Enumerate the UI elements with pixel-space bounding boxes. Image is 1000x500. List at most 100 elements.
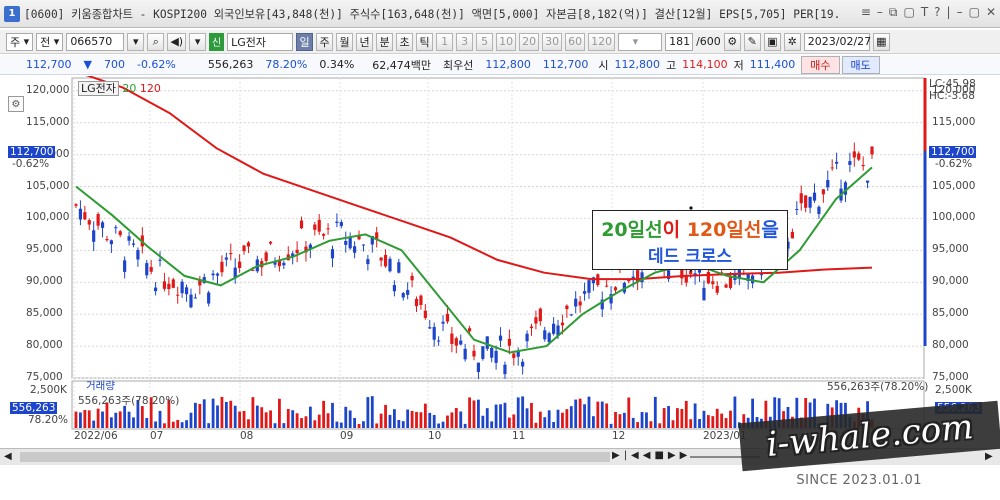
settings-icon[interactable]: ⚙ bbox=[723, 32, 741, 51]
restore-small-icon[interactable]: ⧉ bbox=[889, 5, 898, 20]
bar-count-input[interactable]: 181 bbox=[665, 32, 694, 51]
period-month-button[interactable]: 월 bbox=[336, 32, 354, 51]
playback-controls[interactable]: ▶|◀◀■▶▶ bbox=[612, 450, 691, 461]
candle-body bbox=[857, 153, 861, 160]
help-icon[interactable]: ? bbox=[934, 5, 940, 20]
volume-bar bbox=[154, 421, 157, 428]
lc-label: LC:45.98 bbox=[929, 78, 976, 90]
candle-body bbox=[92, 230, 96, 242]
candle-body bbox=[724, 284, 728, 288]
date-tick-label: 09 bbox=[340, 430, 354, 442]
candle-body bbox=[313, 224, 317, 230]
volume-bar bbox=[326, 413, 330, 428]
period-second-button[interactable]: 초 bbox=[396, 32, 414, 51]
code-dropdown-icon[interactable]: ▾ bbox=[127, 32, 145, 51]
volume-bar bbox=[653, 396, 657, 428]
volume-bar bbox=[658, 423, 662, 428]
font-icon[interactable]: T bbox=[921, 5, 928, 20]
candle-body bbox=[317, 219, 321, 232]
period-type-select[interactable]: 전 ▾ bbox=[36, 32, 64, 51]
gear-icon[interactable]: ✲ bbox=[783, 32, 801, 51]
volume-bar bbox=[101, 411, 104, 428]
interval-60-button[interactable]: 60 bbox=[565, 32, 586, 51]
sound-icon[interactable]: ◀) bbox=[167, 32, 187, 51]
candle-body bbox=[127, 236, 131, 241]
volume-bar bbox=[79, 412, 82, 428]
price-tick-label: 105,000 bbox=[932, 179, 976, 192]
volume-bar bbox=[521, 396, 525, 428]
volume-bar bbox=[477, 399, 480, 428]
candle-body bbox=[812, 192, 817, 201]
volume-bar bbox=[415, 411, 418, 428]
left-price-tag: 112,700 bbox=[8, 146, 56, 158]
candle-body bbox=[171, 279, 175, 288]
candle-body bbox=[529, 326, 534, 329]
sell-button[interactable]: 매도 bbox=[841, 55, 880, 74]
interval-1-button[interactable]: 1 bbox=[436, 32, 454, 51]
buy-button[interactable]: 매수 bbox=[801, 55, 840, 74]
quote-bar: 112,700 ▼ 700 -0.62% 556,263 78.20% 0.34… bbox=[0, 55, 1000, 75]
candle-body bbox=[220, 261, 224, 273]
volume-tag: 556,263 bbox=[10, 402, 58, 414]
interval-5-button[interactable]: 5 bbox=[476, 32, 494, 51]
volume-bar bbox=[667, 406, 670, 428]
volume-bar bbox=[233, 405, 237, 428]
interval-10-button[interactable]: 10 bbox=[496, 32, 517, 51]
best-bid: 112,700 bbox=[542, 58, 589, 71]
maximize-small-icon[interactable]: ▢ bbox=[903, 5, 914, 20]
interval-20-button[interactable]: 20 bbox=[519, 32, 540, 51]
period-tick-button[interactable]: 틱 bbox=[416, 32, 434, 51]
candle-body bbox=[759, 274, 764, 276]
low-price: 111,400 bbox=[749, 58, 796, 71]
chart-area[interactable]: ⚙ LG전자 20 120 120,000115,000110,000105,0… bbox=[0, 76, 1000, 468]
period-week-button[interactable]: 주 bbox=[316, 32, 334, 51]
period-day-button[interactable]: 일 bbox=[296, 32, 314, 51]
candle-body bbox=[799, 193, 803, 204]
calendar-icon[interactable]: ▦ bbox=[872, 32, 890, 51]
maximize-icon[interactable]: ▢ bbox=[969, 5, 980, 20]
annotation-particle2: 을 bbox=[761, 219, 779, 241]
stock-name-field[interactable]: LG전자 bbox=[227, 32, 294, 51]
save-icon[interactable]: ▣ bbox=[763, 32, 781, 51]
chart-type-select[interactable]: 주 ▾ bbox=[6, 32, 34, 51]
candle-body bbox=[826, 179, 830, 188]
candle-body bbox=[167, 283, 171, 290]
interval-30-button[interactable]: 30 bbox=[542, 32, 563, 51]
period-year-button[interactable]: 년 bbox=[356, 32, 374, 51]
minimize-small-icon[interactable]: – bbox=[877, 5, 883, 20]
candle-body bbox=[361, 244, 366, 246]
candle-body bbox=[552, 323, 556, 334]
candle-body bbox=[353, 246, 357, 253]
date-input[interactable]: 2023/02/27 bbox=[803, 32, 871, 51]
price-tick-label: 90,000 bbox=[932, 275, 969, 288]
chart-settings-icon[interactable]: ⚙ bbox=[8, 96, 24, 112]
volume-bar bbox=[680, 408, 684, 428]
arrow-down-icon[interactable]: ▾ bbox=[189, 32, 207, 51]
stock-code-input[interactable]: 066570 bbox=[66, 32, 125, 51]
scroll-track[interactable] bbox=[20, 452, 610, 462]
interval-3-button[interactable]: 3 bbox=[456, 32, 474, 51]
scroll-left-icon[interactable]: ◀ bbox=[4, 451, 12, 462]
legend-ma20: 20 bbox=[122, 82, 137, 95]
interval-select[interactable]: ▾ bbox=[618, 32, 663, 51]
volume-bar bbox=[636, 422, 640, 428]
search-icon[interactable]: ⌕ bbox=[147, 32, 165, 51]
candle-body bbox=[454, 338, 458, 346]
volume-bar bbox=[583, 404, 586, 428]
volume-bar bbox=[596, 401, 600, 428]
close-icon[interactable]: ✕ bbox=[986, 5, 996, 20]
volume-bar bbox=[278, 398, 281, 428]
candle-body bbox=[706, 271, 710, 284]
candle-body bbox=[865, 180, 870, 183]
interval-120-button[interactable]: 120 bbox=[588, 32, 616, 51]
candle-body bbox=[808, 196, 812, 208]
menu-icon[interactable]: ≡ bbox=[861, 5, 871, 20]
period-minute-button[interactable]: 분 bbox=[376, 32, 394, 51]
minimize-icon[interactable]: – bbox=[957, 5, 963, 20]
candle-body bbox=[145, 263, 149, 276]
tools-icon[interactable]: ✎ bbox=[743, 32, 761, 51]
candle-body bbox=[459, 340, 463, 345]
volume-bar bbox=[543, 417, 547, 428]
candle-body bbox=[728, 276, 733, 288]
volume-bar bbox=[397, 419, 401, 428]
